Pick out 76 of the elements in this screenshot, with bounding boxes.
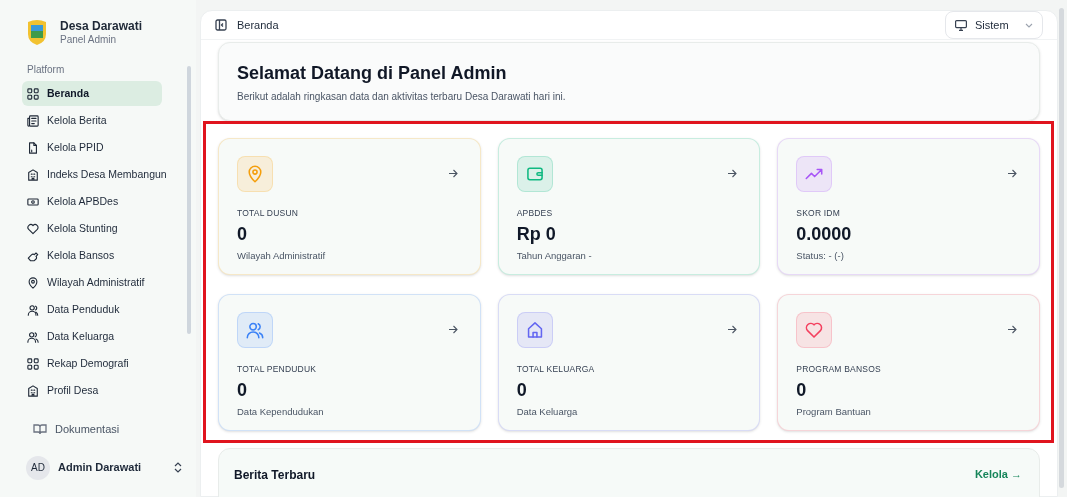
map-pin-icon: [27, 276, 39, 289]
stat-value: 0: [237, 378, 248, 402]
stat-card[interactable]: PROGRAM BANSOS 0 Program Bantuan: [777, 294, 1040, 431]
brand-title: Desa Darawati: [60, 18, 143, 34]
grid-icon: [27, 357, 39, 370]
village-emblem-icon: [26, 18, 48, 46]
map-pin-icon: [246, 165, 264, 183]
arrow-right-icon[interactable]: [1007, 169, 1017, 178]
heart-icon: [27, 222, 39, 235]
manage-link[interactable]: Kelola →: [974, 466, 1022, 483]
stat-label: TOTAL PENDUDUK: [237, 363, 318, 376]
stat-caption: Program Bantuan: [796, 404, 872, 419]
stat-label: TOTAL KELUARGA: [516, 363, 596, 376]
stat-caption: Status: - (-): [796, 248, 845, 263]
nav-item[interactable]: Kelola Berita: [22, 108, 162, 133]
welcome-subtitle: Berikut adalah ringkasan data dan aktivitas terbaru Desa Darawati hari ini.: [237, 90, 567, 104]
arrow-right-icon[interactable]: [447, 169, 458, 178]
user-avatar: AD: [26, 455, 50, 480]
nav-item[interactable]: Kelola Stunting: [22, 216, 162, 241]
banknote-icon: [27, 195, 39, 208]
brand-subtitle: Panel Admin: [60, 34, 118, 46]
stat-value: 0.0000: [796, 222, 853, 246]
chevron-up-down-icon: [174, 462, 182, 473]
nav-item[interactable]: Wilayah Administratif: [22, 270, 162, 295]
arrow-right-icon[interactable]: [447, 325, 458, 334]
stat-label: SKOR IDM: [796, 207, 841, 220]
nav-item[interactable]: Profil Desa: [22, 378, 162, 403]
nav-item[interactable]: Rekap Demografi: [22, 351, 162, 376]
stat-card[interactable]: TOTAL PENDUDUK 0 Data Kependudukan: [218, 294, 481, 431]
welcome-title: Selamat Datang di Panel Admin: [237, 62, 508, 85]
building-icon: [27, 168, 39, 181]
user-icon: [27, 303, 39, 316]
nav-item[interactable]: Kelola Bansos: [22, 243, 162, 268]
grid-icon: [27, 87, 39, 100]
nav-item[interactable]: Data Keluarga: [22, 324, 162, 349]
stat-label: TOTAL DUSUN: [237, 207, 300, 220]
nav-item[interactable]: Beranda: [22, 81, 162, 106]
stat-value: 0: [796, 378, 808, 402]
building-icon: [27, 384, 39, 397]
documentation-link[interactable]: Dokumentasi: [55, 421, 120, 438]
stat-label: PROGRAM BANSOS: [796, 363, 882, 376]
chevron-down-icon: [1025, 22, 1033, 28]
heart-icon: [805, 321, 824, 339]
document-icon: [27, 141, 39, 154]
stat-card[interactable]: SKOR IDM 0.0000 Status: - (-): [777, 138, 1040, 275]
newspaper-icon: [27, 114, 39, 127]
stat-caption: Data Keluarga: [516, 404, 579, 419]
stat-label: APBDES: [516, 207, 554, 220]
arrow-right-icon[interactable]: [727, 325, 738, 334]
news-title: Berita Terbaru: [234, 467, 316, 484]
breadcrumb: Beranda: [237, 17, 280, 33]
users-icon: [27, 330, 39, 343]
section-label: Platform: [26, 63, 66, 77]
users-icon: [246, 321, 264, 339]
stat-value: Rp 0: [516, 222, 557, 246]
arrow-right-icon[interactable]: [1007, 325, 1017, 334]
wallet-icon: [525, 165, 544, 183]
user-name: Admin Darawati: [58, 460, 143, 476]
stat-caption: Tahun Anggaran -: [516, 248, 593, 263]
arrow-right-icon[interactable]: [727, 169, 738, 178]
stat-value: 0: [516, 378, 528, 402]
stat-card[interactable]: TOTAL DUSUN 0 Wilayah Administratif: [218, 138, 481, 275]
nav-item[interactable]: Kelola APBDes: [22, 189, 162, 214]
stat-card[interactable]: APBDES Rp 0 Tahun Anggaran -: [497, 138, 761, 275]
stat-caption: Wilayah Administratif: [237, 248, 327, 263]
monitor-icon: [955, 19, 967, 31]
user-menu[interactable]: AD Admin Darawati: [26, 455, 182, 480]
sidebar-toggle-icon[interactable]: [215, 19, 227, 31]
theme-select[interactable]: Sistem: [945, 11, 1043, 39]
book-icon: [33, 423, 47, 436]
nav-item[interactable]: Data Penduduk: [22, 297, 162, 322]
stat-caption: Data Kependudukan: [237, 404, 325, 419]
house-icon: [525, 321, 544, 339]
stat-value: 0: [237, 222, 248, 246]
nav-item[interactable]: Kelola PPID: [22, 135, 162, 160]
stat-card[interactable]: TOTAL KELUARGA 0 Data Keluarga: [497, 294, 761, 431]
